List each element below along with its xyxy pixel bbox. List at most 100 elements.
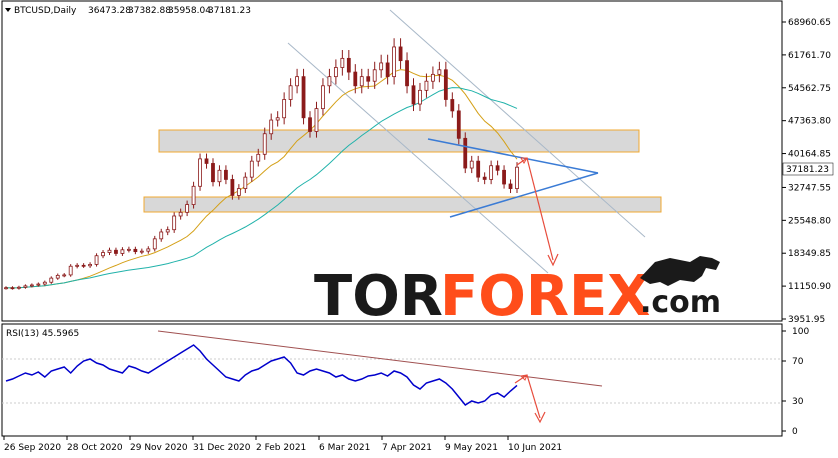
candle-body <box>185 204 190 213</box>
candle-body <box>502 169 506 185</box>
candle-body <box>392 46 397 78</box>
rsi-axis: 100 70 30 0 <box>782 327 809 437</box>
candle-body <box>62 274 67 277</box>
candle-body <box>489 165 494 180</box>
candle-body <box>172 215 177 231</box>
candle-body <box>236 188 241 196</box>
price-tick-label: 32747.55 <box>788 183 831 193</box>
candle-body <box>126 248 131 251</box>
price-tick-label: 68960.65 <box>788 18 831 28</box>
candle-body <box>450 99 455 112</box>
candle-body <box>68 265 73 276</box>
candle-body <box>476 160 481 178</box>
candle-body <box>114 249 118 254</box>
date-tick-label: 28 Oct 2020 <box>67 443 123 453</box>
candle-body <box>321 85 325 110</box>
date-axis: 26 Sep 2020 28 Oct 2020 29 Nov 2020 31 Dec … <box>3 436 562 453</box>
date-tick-label: 26 Sep 2020 <box>4 443 61 453</box>
header-close: 37181.23 <box>208 6 251 16</box>
header-open: 36473.28 <box>88 6 131 16</box>
candle-body <box>288 85 293 100</box>
price-tick-label: 54562.75 <box>788 84 831 94</box>
current-price-tag: 37181.23 <box>782 162 834 176</box>
candle-body <box>431 73 435 82</box>
candle-body <box>152 238 157 250</box>
price-tick-label: 18349.85 <box>788 249 831 259</box>
rsi-label: RSI(13) 45.5965 <box>6 329 79 339</box>
candle-body <box>385 62 390 78</box>
candle-body <box>75 264 80 267</box>
candle-body <box>224 169 228 180</box>
candle-body <box>17 286 21 289</box>
candle-body <box>146 248 151 252</box>
candle-body <box>23 285 28 288</box>
candle-body <box>230 179 235 196</box>
header: BTCUSD,Daily 36473.28 37382.88 35958.04 … <box>5 6 251 16</box>
candle-body <box>443 69 448 100</box>
watermark-com: .com <box>640 285 721 320</box>
candle-body <box>405 60 409 87</box>
candle-body <box>120 249 125 254</box>
candle-body <box>275 117 280 121</box>
candle-body <box>178 211 183 217</box>
candle-body <box>262 133 267 155</box>
date-tick-label: 7 Apr 2021 <box>382 443 432 453</box>
header-high: 37382.88 <box>128 6 171 16</box>
candle-body <box>94 255 99 265</box>
candle-body <box>366 76 371 82</box>
candle-body <box>204 158 209 164</box>
watermark-tor: TOR <box>314 264 443 329</box>
candle-body <box>4 287 8 290</box>
candle-body <box>340 57 345 68</box>
rsi-tick-label: 0 <box>792 427 798 437</box>
candle-body <box>482 176 487 180</box>
header-symbol: BTCUSD,Daily <box>14 6 77 16</box>
candle-body <box>437 69 442 75</box>
price-tick-label: 25548.80 <box>788 216 831 226</box>
price-tick-label: 40164.85 <box>788 150 831 160</box>
candle-body <box>359 76 364 87</box>
support-zone <box>143 196 662 213</box>
candle-body <box>314 108 319 132</box>
candle-body <box>256 153 261 162</box>
candle-body <box>249 160 254 178</box>
candle-body <box>495 165 500 171</box>
date-tick-label: 31 Dec 2020 <box>193 443 251 453</box>
candle-body <box>508 183 513 189</box>
candle-body <box>379 62 384 71</box>
candle-body <box>372 69 377 82</box>
candle-body <box>346 57 351 73</box>
candle-body <box>36 283 41 286</box>
candle-body <box>211 163 215 183</box>
chart-canvas: BTCUSD,Daily 36473.28 37382.88 35958.04 … <box>1 0 834 453</box>
rsi-tick-label: 70 <box>792 357 804 367</box>
candle-body <box>398 46 403 62</box>
price-tick-label: 47363.80 <box>788 117 831 127</box>
candle-body <box>463 137 468 169</box>
candle-body <box>217 169 222 183</box>
candle-body <box>133 248 138 253</box>
candle-body <box>515 166 519 189</box>
price-tick-label: 11150.90 <box>788 282 831 292</box>
candle-body <box>49 277 54 283</box>
candle-body <box>107 249 112 253</box>
candle-body <box>469 160 474 169</box>
candle-body <box>282 99 287 119</box>
candle-body <box>456 110 461 139</box>
rsi-panel-frame <box>1 323 783 437</box>
candle-body <box>411 85 416 105</box>
candle-body <box>191 185 196 205</box>
rsi-tick-label: 30 <box>792 397 804 407</box>
candle-body <box>139 250 144 253</box>
candle-body <box>353 71 358 87</box>
date-tick-label: 29 Nov 2020 <box>130 443 188 453</box>
date-tick-label: 9 May 2021 <box>445 443 498 453</box>
current-price-label: 37181.23 <box>786 165 829 175</box>
candle-body <box>10 287 15 290</box>
date-tick-label: 2 Feb 2021 <box>256 443 306 453</box>
watermark-forex: FOREX <box>440 264 650 329</box>
candle-body <box>301 76 306 119</box>
candle-body <box>295 76 299 87</box>
candle-body <box>198 158 202 187</box>
candle-body <box>308 117 312 132</box>
